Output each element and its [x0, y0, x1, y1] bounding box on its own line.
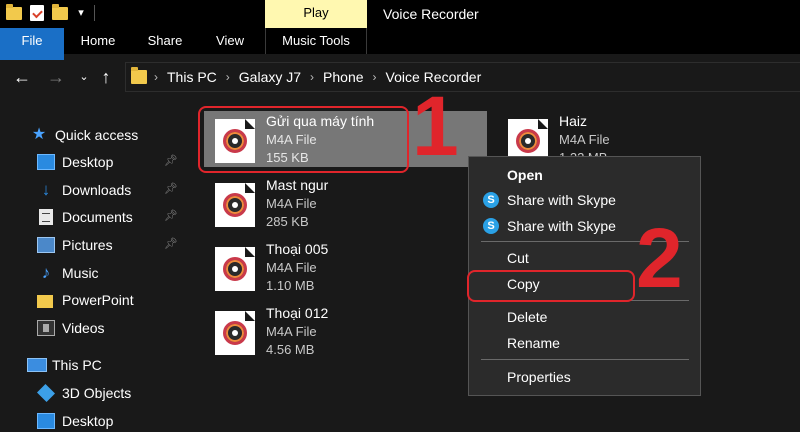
file-item[interactable]: Thoại 005 M4A File 1.10 MB — [204, 239, 414, 295]
folder-icon[interactable] — [6, 3, 22, 20]
file-name: Thoại 005 — [266, 241, 329, 257]
file-item[interactable]: Thoại 012 M4A File 4.56 MB — [204, 303, 414, 359]
sidebar-item-label: Quick access — [55, 127, 139, 143]
3d-objects-icon — [36, 383, 56, 403]
sidebar-item-label: Pictures — [62, 237, 113, 253]
breadcrumb-galaxy-j7[interactable]: Galaxy J7 — [239, 69, 301, 85]
sidebar-item-powerpoint[interactable]: PowerPoint — [0, 288, 185, 312]
pin-icon: 📌︎ — [164, 183, 178, 195]
chevron-right-icon[interactable]: › — [310, 70, 314, 84]
video-icon — [37, 320, 55, 336]
tab-music-tools[interactable]: Music Tools — [265, 28, 367, 54]
tab-play-context: Play — [265, 0, 367, 28]
sidebar-item-3d-objects[interactable]: 3D Objects — [0, 381, 185, 405]
pictures-icon — [37, 237, 55, 253]
chevron-right-icon[interactable]: › — [373, 70, 377, 84]
sidebar-item-this-pc[interactable]: This PC — [0, 353, 185, 377]
pin-icon: 📌︎ — [164, 155, 178, 167]
audio-file-icon — [215, 183, 255, 227]
sidebar-item-label: 3D Objects — [62, 385, 132, 401]
file-item[interactable]: Mast ngur M4A File 285 KB — [204, 175, 414, 231]
chevron-right-icon[interactable]: › — [226, 70, 230, 84]
file-name: Haiz — [559, 113, 588, 129]
folder-icon — [37, 294, 53, 308]
window-title: Voice Recorder — [383, 6, 479, 22]
highlight-box-copy — [467, 270, 635, 302]
desktop-icon — [37, 154, 55, 170]
sidebar-item-videos[interactable]: Videos — [0, 316, 185, 340]
file-type: M4A File — [266, 196, 317, 211]
file-name: Mast ngur — [266, 177, 329, 193]
sidebar-item-desktop-pc[interactable]: Desktop — [0, 409, 185, 432]
sidebar-item-label: This PC — [52, 357, 102, 373]
address-bar[interactable]: › This PC › Galaxy J7 › Phone › Voice Re… — [125, 62, 800, 92]
step-number-2: 2 — [636, 211, 683, 305]
highlight-box-file — [198, 106, 409, 173]
back-arrow-icon[interactable]: ← — [12, 66, 32, 88]
recent-locations-chevron-icon[interactable]: ⌄ — [74, 66, 94, 88]
file-size: 4.56 MB — [266, 342, 315, 357]
properties-icon[interactable] — [30, 5, 44, 21]
sidebar-item-label: Videos — [62, 320, 105, 336]
file-type: M4A File — [266, 324, 317, 339]
sidebar-item-label: Music — [62, 265, 99, 281]
menu-item-open[interactable]: Open — [469, 163, 700, 187]
quick-access-toolbar: ▾ — [6, 3, 95, 21]
sidebar-item-label: PowerPoint — [62, 292, 134, 308]
toolbar-divider — [94, 5, 95, 21]
chevron-right-icon[interactable]: › — [154, 70, 158, 84]
sidebar-item-music[interactable]: ♪ Music — [0, 261, 185, 285]
forward-arrow-icon[interactable]: → — [46, 66, 66, 88]
sidebar-item-label: Desktop — [62, 413, 114, 429]
desktop-icon — [37, 413, 55, 429]
sidebar-item-pictures[interactable]: Pictures 📌︎ — [0, 233, 185, 257]
step-number-1: 1 — [412, 79, 459, 173]
document-icon — [39, 209, 53, 225]
menu-separator — [481, 359, 689, 360]
tab-home[interactable]: Home — [72, 28, 124, 54]
tab-share[interactable]: Share — [140, 28, 190, 54]
menu-item-share-skype[interactable]: S Share with Skype — [469, 188, 700, 212]
file-type: M4A File — [559, 132, 610, 147]
skype-icon: S — [483, 192, 499, 208]
computer-icon — [27, 358, 47, 372]
sidebar-item-documents[interactable]: Documents 📌︎ — [0, 205, 185, 229]
navigation-bar: ← → ⌄ ↑ › This PC › Galaxy J7 › Phone › … — [0, 60, 800, 96]
sidebar-item-downloads[interactable]: ↓ Downloads 📌︎ — [0, 178, 185, 202]
up-arrow-icon[interactable]: ↑ — [96, 66, 116, 88]
new-folder-icon[interactable] — [52, 3, 68, 20]
pin-icon: 📌︎ — [164, 210, 178, 222]
address-folder-icon — [131, 67, 147, 84]
pin-icon: 📌︎ — [164, 238, 178, 250]
menu-item-properties[interactable]: Properties — [469, 365, 700, 389]
navigation-pane: ★ Quick access Desktop 📌︎ ↓ Downloads 📌︎… — [0, 118, 185, 432]
ribbon-tabs: File Home Share View Music Tools — [0, 28, 800, 84]
menu-item-delete[interactable]: Delete — [469, 305, 700, 329]
file-type: M4A File — [266, 260, 317, 275]
file-size: 1.10 MB — [266, 278, 315, 293]
customize-toolbar-icon[interactable]: ▾ — [76, 6, 86, 20]
file-size: 285 KB — [266, 214, 309, 229]
skype-icon: S — [483, 218, 499, 234]
title-bar: ▾ Play Voice Recorder — [0, 0, 800, 28]
sidebar-item-label: Downloads — [62, 182, 132, 198]
sidebar-item-desktop[interactable]: Desktop 📌︎ — [0, 150, 185, 174]
breadcrumb-this-pc[interactable]: This PC — [167, 69, 217, 85]
file-name: Thoại 012 — [266, 305, 329, 321]
star-icon: ★ — [31, 126, 47, 143]
breadcrumb-phone[interactable]: Phone — [323, 69, 363, 85]
sidebar-item-label: Desktop — [62, 154, 114, 170]
sidebar-item-quick-access[interactable]: ★ Quick access — [0, 123, 185, 147]
download-icon: ↓ — [41, 180, 51, 199]
audio-file-icon — [215, 311, 255, 355]
menu-item-rename[interactable]: Rename — [469, 331, 700, 355]
sidebar-item-label: Documents — [62, 209, 133, 225]
audio-file-icon — [215, 247, 255, 291]
tab-view[interactable]: View — [207, 28, 253, 54]
music-icon: ♪ — [41, 263, 51, 282]
